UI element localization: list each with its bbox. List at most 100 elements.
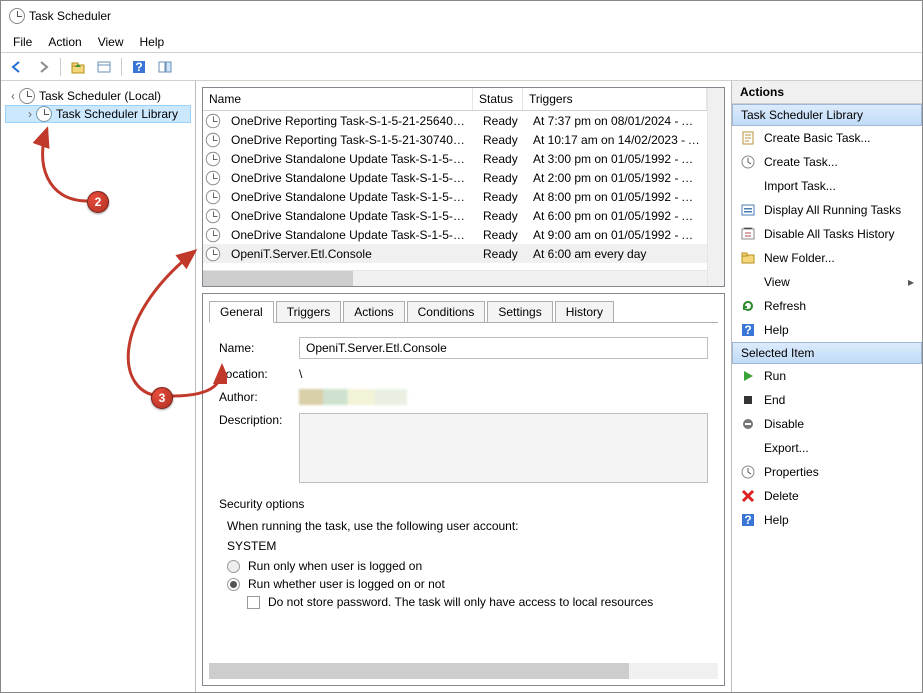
- action-help[interactable]: ? Help: [732, 318, 922, 342]
- input-description[interactable]: [299, 413, 708, 483]
- cell-status: Ready: [477, 209, 527, 223]
- check-no-store-password[interactable]: Do not store password. The task will onl…: [247, 595, 708, 609]
- action-create-task[interactable]: Create Task...: [732, 150, 922, 174]
- forward-button[interactable]: [31, 56, 55, 78]
- svg-text:?: ?: [135, 60, 142, 74]
- action-label: Help: [764, 323, 789, 337]
- tab-history[interactable]: History: [555, 301, 614, 323]
- action-label: Run: [764, 369, 786, 383]
- detail-horizontal-scrollbar[interactable]: [209, 663, 718, 679]
- action-import-task[interactable]: Import Task...: [732, 174, 922, 198]
- label-location: Location:: [219, 367, 299, 381]
- column-triggers[interactable]: Triggers: [523, 88, 707, 110]
- radio-run-regardless[interactable]: Run whether user is logged on or not: [227, 577, 708, 591]
- cell-name: OpeniT.Server.Etl.Console: [225, 247, 477, 261]
- cell-name: OneDrive Reporting Task-S-1-5-21-3074037…: [225, 133, 477, 147]
- action-disable-history[interactable]: Disable All Tasks History: [732, 222, 922, 246]
- menu-file[interactable]: File: [5, 33, 40, 51]
- tree-library[interactable]: › Task Scheduler Library: [5, 105, 191, 123]
- label-security-options: Security options: [219, 497, 708, 511]
- horizontal-scrollbar[interactable]: [203, 270, 707, 286]
- tab-actions[interactable]: Actions: [343, 301, 404, 323]
- tab-settings[interactable]: Settings: [487, 301, 552, 323]
- task-list-panel: Name Status Triggers OneDrive Reporting …: [202, 87, 725, 287]
- checkbox-icon: [247, 596, 260, 609]
- back-button[interactable]: [5, 56, 29, 78]
- cell-name: OneDrive Standalone Update Task-S-1-5-21…: [225, 190, 477, 204]
- action-export[interactable]: Export...: [732, 436, 922, 460]
- task-row[interactable]: OneDrive Standalone Update Task-S-1-5-21…: [203, 206, 707, 225]
- menu-help[interactable]: Help: [132, 33, 173, 51]
- security-options-group: Security options When running the task, …: [219, 497, 708, 609]
- task-details-panel: General Triggers Actions Conditions Sett…: [202, 293, 725, 686]
- input-task-name[interactable]: [299, 337, 708, 359]
- collapse-icon[interactable]: ‹: [7, 89, 19, 103]
- task-row[interactable]: OpeniT.Server.Etl.ConsoleReadyAt 6:00 am…: [203, 244, 707, 263]
- action-display-running[interactable]: Display All Running Tasks: [732, 198, 922, 222]
- task-row[interactable]: OneDrive Reporting Task-S-1-5-21-3074037…: [203, 130, 707, 149]
- export-icon: [740, 440, 756, 456]
- properties-button[interactable]: [92, 56, 116, 78]
- up-folder-button[interactable]: [66, 56, 90, 78]
- disable-icon: [740, 416, 756, 432]
- history-icon: [740, 226, 756, 242]
- label-security-subtitle: When running the task, use the following…: [227, 519, 708, 533]
- tree-root-label: Task Scheduler (Local): [39, 89, 161, 103]
- play-icon: [740, 368, 756, 384]
- tree-pane: ‹ Task Scheduler (Local) › Task Schedule…: [1, 81, 196, 692]
- radio-run-logged-on[interactable]: Run only when user is logged on: [227, 559, 708, 573]
- cell-status: Ready: [477, 247, 527, 261]
- actions-section-library: Task Scheduler Library: [732, 104, 922, 126]
- folder-icon: [740, 250, 756, 266]
- expand-icon[interactable]: ›: [24, 107, 36, 121]
- task-icon: [206, 170, 220, 184]
- wizard-icon: [740, 130, 756, 146]
- actions-pane: Actions Task Scheduler Library Create Ba…: [732, 81, 922, 692]
- action-run[interactable]: Run: [732, 364, 922, 388]
- task-row[interactable]: OneDrive Reporting Task-S-1-5-21-2564085…: [203, 111, 707, 130]
- action-refresh[interactable]: Refresh: [732, 294, 922, 318]
- list-header: Name Status Triggers: [203, 88, 707, 111]
- task-row[interactable]: OneDrive Standalone Update Task-S-1-5-21…: [203, 225, 707, 244]
- help-icon: ?: [740, 512, 756, 528]
- window-titlebar: Task Scheduler: [1, 1, 922, 31]
- tab-conditions[interactable]: Conditions: [407, 301, 486, 323]
- menu-action[interactable]: Action: [40, 33, 89, 51]
- task-row[interactable]: OneDrive Standalone Update Task-S-1-5-21…: [203, 149, 707, 168]
- action-delete[interactable]: Delete: [732, 484, 922, 508]
- cell-triggers: At 7:37 pm on 08/01/2024 - After tr: [527, 114, 707, 128]
- annotation-callout-2: 2: [87, 191, 109, 213]
- running-tasks-icon: [740, 202, 756, 218]
- radio-icon: [227, 578, 240, 591]
- menu-view[interactable]: View: [90, 33, 132, 51]
- svg-text:?: ?: [744, 323, 751, 337]
- task-icon: [206, 113, 220, 127]
- help-toolbar-button[interactable]: ?: [127, 56, 151, 78]
- action-view[interactable]: View ▸: [732, 270, 922, 294]
- action-end[interactable]: End: [732, 388, 922, 412]
- show-actions-button[interactable]: [153, 56, 177, 78]
- cell-status: Ready: [477, 133, 527, 147]
- cell-name: OneDrive Standalone Update Task-S-1-5-21…: [225, 228, 477, 242]
- action-label: Display All Running Tasks: [764, 203, 901, 217]
- action-new-folder[interactable]: New Folder...: [732, 246, 922, 270]
- tree-library-label: Task Scheduler Library: [56, 107, 178, 121]
- action-label: Create Basic Task...: [764, 131, 871, 145]
- column-status[interactable]: Status: [473, 88, 523, 110]
- action-disable[interactable]: Disable: [732, 412, 922, 436]
- action-label: View: [764, 275, 790, 289]
- vertical-scrollbar[interactable]: [707, 88, 724, 286]
- action-properties[interactable]: Properties: [732, 460, 922, 484]
- action-label: Disable: [764, 417, 804, 431]
- tab-triggers[interactable]: Triggers: [276, 301, 342, 323]
- action-help-2[interactable]: ? Help: [732, 508, 922, 532]
- cell-triggers: At 6:00 am every day: [527, 247, 707, 261]
- action-label: Properties: [764, 465, 819, 479]
- task-row[interactable]: OneDrive Standalone Update Task-S-1-5-21…: [203, 187, 707, 206]
- tree-root[interactable]: ‹ Task Scheduler (Local): [5, 87, 191, 105]
- action-create-basic-task[interactable]: Create Basic Task...: [732, 126, 922, 150]
- app-icon: [9, 8, 25, 24]
- column-name[interactable]: Name: [203, 88, 473, 110]
- task-list[interactable]: OneDrive Reporting Task-S-1-5-21-2564085…: [203, 111, 707, 270]
- task-row[interactable]: OneDrive Standalone Update Task-S-1-5-21…: [203, 168, 707, 187]
